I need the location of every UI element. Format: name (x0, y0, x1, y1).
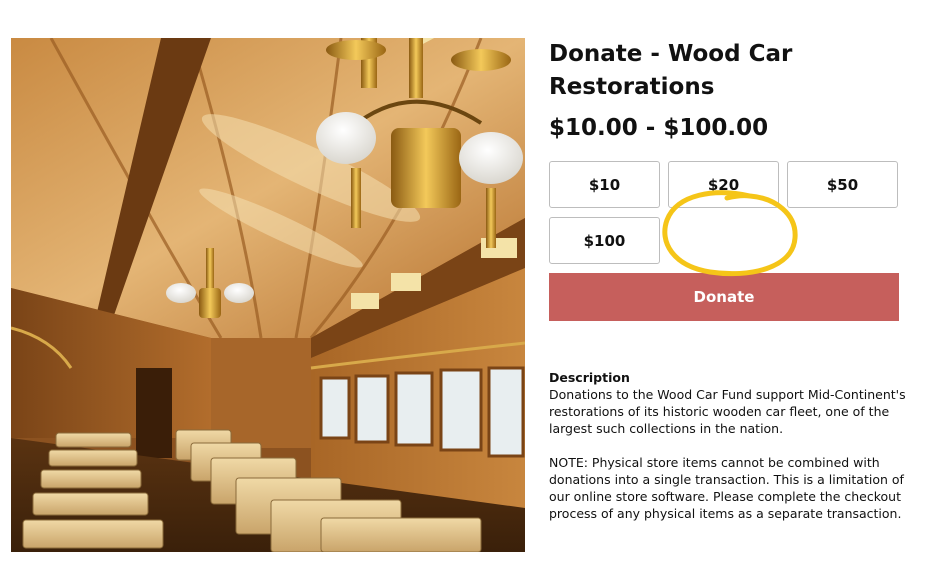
product-image (11, 38, 525, 552)
amount-option-100[interactable]: $100 (549, 217, 660, 264)
amount-option-50[interactable]: $50 (787, 161, 898, 208)
amount-option-10[interactable]: $10 (549, 161, 660, 208)
description-section: Description Donations to the Wood Car Fu… (549, 369, 919, 522)
description-note: NOTE: Physical store items cannot be com… (549, 455, 904, 521)
description-heading: Description (549, 370, 630, 385)
description-body: Donations to the Wood Car Fund support M… (549, 387, 906, 436)
donate-button[interactable]: Donate (549, 273, 899, 321)
price-range: $10.00 - $100.00 (549, 115, 769, 141)
amount-option-20[interactable]: $20 (668, 161, 779, 208)
product-title: Donate - Wood Car Restorations (549, 41, 793, 100)
